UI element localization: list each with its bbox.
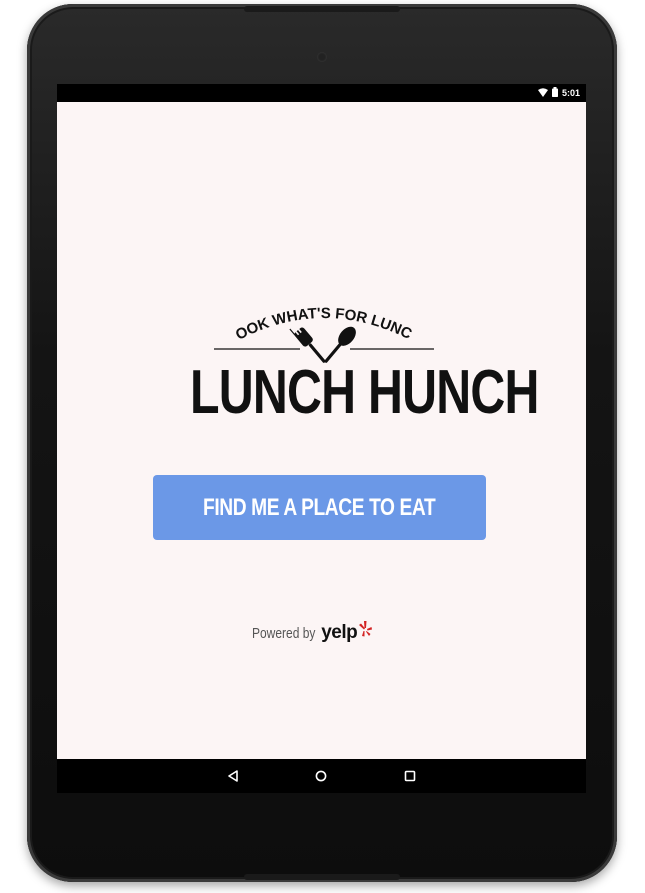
yelp-wordmark: yelp (321, 622, 358, 643)
status-icons: 5:01 (537, 87, 580, 99)
top-speaker (244, 6, 400, 12)
navigation-bar (57, 759, 586, 793)
powered-by-label: Powered by (252, 624, 316, 642)
logo-tagline: LOOK WHAT'S FOR LUNCH (152, 297, 415, 344)
wifi-icon (537, 87, 548, 99)
recents-icon[interactable] (399, 766, 421, 786)
logo-title: LUNCH HUNCH (189, 358, 540, 427)
app-content: LOOK WHAT'S FOR LUNCH LUNCH HUNCH (57, 102, 586, 759)
bottom-speaker (244, 874, 400, 880)
front-camera (317, 52, 327, 62)
powered-by-yelp[interactable]: Powered by yelp (252, 619, 373, 647)
yelp-logo: yelp (321, 621, 373, 644)
yelp-burst-icon (359, 621, 373, 637)
screen: 5:01 LOOK WHAT'S FOR LUNCH (57, 84, 586, 793)
status-bar: 5:01 (57, 84, 586, 102)
battery-icon (551, 87, 558, 99)
find-place-button[interactable]: FIND ME A PLACE TO EAT (153, 475, 486, 540)
home-icon[interactable] (310, 766, 332, 786)
lunch-hunch-logo: LOOK WHAT'S FOR LUNCH LUNCH HUNCH (152, 297, 540, 437)
back-icon[interactable] (222, 766, 244, 786)
status-time: 5:01 (561, 88, 580, 98)
find-place-button-label: FIND ME A PLACE TO EAT (203, 493, 436, 521)
